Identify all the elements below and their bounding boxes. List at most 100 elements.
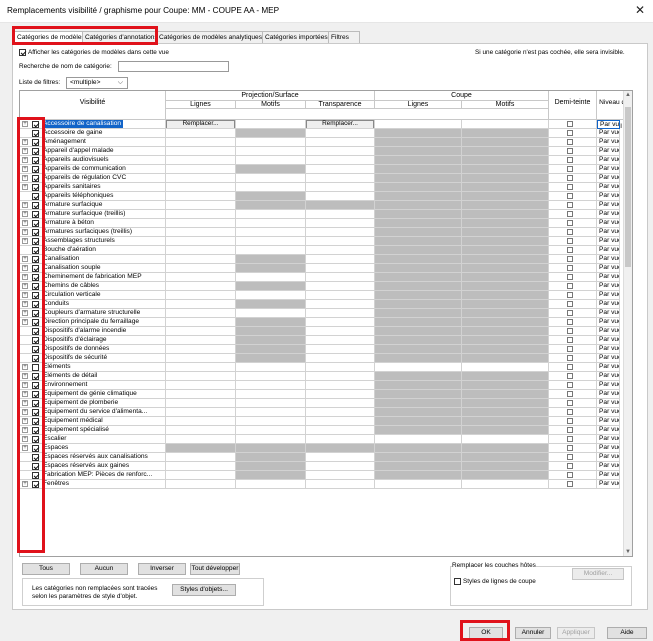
override-cell[interactable] — [236, 219, 306, 228]
override-cell[interactable] — [166, 327, 236, 336]
override-cell[interactable] — [306, 219, 375, 228]
table-row[interactable]: Bouche d'aération Par vue — [20, 246, 620, 255]
override-cell[interactable] — [375, 480, 462, 489]
override-cell[interactable] — [166, 147, 236, 156]
override-cell[interactable] — [236, 273, 306, 282]
detail-level-cell[interactable]: Par vue — [597, 147, 620, 156]
table-row[interactable]: + Equipement spécialisé Par vue — [20, 426, 620, 435]
halftone-checkbox[interactable] — [567, 445, 573, 451]
override-cell[interactable] — [236, 408, 306, 417]
detail-level-cell[interactable]: Par vue — [597, 336, 620, 345]
halftone-checkbox[interactable] — [567, 184, 573, 190]
halftone-checkbox[interactable] — [567, 130, 573, 136]
table-row[interactable]: + Cheminement de fabrication MEP Par vue — [20, 273, 620, 282]
halftone-checkbox[interactable] — [567, 256, 573, 262]
halftone-checkbox[interactable] — [567, 238, 573, 244]
override-cell[interactable] — [306, 318, 375, 327]
halftone-checkbox[interactable] — [567, 472, 573, 478]
halftone-checkbox[interactable] — [567, 319, 573, 325]
override-cell[interactable] — [306, 291, 375, 300]
replace-button[interactable]: Remplacer... — [166, 120, 235, 128]
all-button[interactable]: Tous — [22, 563, 70, 575]
detail-level-cell[interactable]: Par vue — [597, 228, 620, 237]
override-cell[interactable] — [166, 219, 236, 228]
halftone-checkbox[interactable] — [567, 481, 573, 487]
override-cell[interactable] — [306, 237, 375, 246]
detail-level-cell[interactable]: Par vue — [597, 354, 620, 363]
override-cell[interactable] — [306, 183, 375, 192]
table-row[interactable]: + Direction principale du ferraillage Par … — [20, 318, 620, 327]
table-row[interactable]: + Canalisation Par vue — [20, 255, 620, 264]
override-cell[interactable] — [166, 345, 236, 354]
override-cell[interactable] — [306, 462, 375, 471]
detail-level-cell[interactable]: Par vue — [597, 201, 620, 210]
table-row[interactable]: + Escalier Par vue — [20, 435, 620, 444]
cancel-button[interactable]: Annuler — [515, 627, 551, 639]
override-cell[interactable] — [166, 309, 236, 318]
scroll-up-icon[interactable]: ▲ — [625, 92, 631, 98]
detail-level-cell[interactable]: Par vue — [597, 210, 620, 219]
override-cell[interactable] — [306, 363, 375, 372]
override-cell[interactable] — [166, 462, 236, 471]
halftone-checkbox[interactable] — [567, 139, 573, 145]
table-row[interactable]: Accessoire de gaine Par vue — [20, 129, 620, 138]
override-cell[interactable] — [306, 165, 375, 174]
override-cell[interactable] — [236, 228, 306, 237]
override-cell[interactable]: Remplacer... — [166, 120, 236, 129]
override-cell[interactable] — [166, 228, 236, 237]
detail-level-cell[interactable]: Par vue — [597, 156, 620, 165]
search-input[interactable] — [118, 61, 229, 72]
override-cell[interactable] — [166, 471, 236, 480]
object-styles-button[interactable]: Styles d'objets... — [172, 584, 236, 596]
override-cell[interactable] — [306, 426, 375, 435]
detail-level-cell[interactable]: Par vue — [597, 291, 620, 300]
override-cell[interactable] — [166, 282, 236, 291]
override-cell[interactable] — [306, 174, 375, 183]
override-cell[interactable] — [375, 120, 462, 129]
override-cell[interactable] — [306, 246, 375, 255]
halftone-checkbox[interactable] — [567, 337, 573, 343]
table-row[interactable]: + Fenêtres Par vue — [20, 480, 620, 489]
detail-level-cell[interactable]: Par vue — [597, 462, 620, 471]
detail-level-cell[interactable]: Par vue — [597, 129, 620, 138]
override-cell[interactable] — [462, 435, 549, 444]
table-row[interactable]: + Appareil d'appel malade Par vue — [20, 147, 620, 156]
override-cell[interactable] — [306, 156, 375, 165]
override-cell[interactable] — [166, 453, 236, 462]
close-icon[interactable]: ✕ — [635, 3, 645, 17]
table-row[interactable]: + Appareils de communication Par vue — [20, 165, 620, 174]
table-row[interactable]: + Canalisation souple Par vue — [20, 264, 620, 273]
detail-level-cell[interactable]: Par vue — [597, 363, 620, 372]
override-cell[interactable] — [306, 354, 375, 363]
tab-imported-categories[interactable]: Catégories importées — [262, 31, 332, 43]
halftone-checkbox[interactable] — [567, 211, 573, 217]
halftone-checkbox[interactable] — [567, 157, 573, 163]
override-cell[interactable] — [306, 381, 375, 390]
detail-level-cell[interactable]: Par vue — [597, 219, 620, 228]
invert-button[interactable]: Inverser — [138, 563, 186, 575]
detail-level-cell[interactable]: Par vue — [597, 246, 620, 255]
expand-all-button[interactable]: Tout développer — [190, 563, 240, 575]
override-cell[interactable] — [166, 381, 236, 390]
override-cell[interactable] — [306, 264, 375, 273]
override-cell[interactable] — [166, 336, 236, 345]
override-cell[interactable] — [166, 399, 236, 408]
table-row[interactable]: Espaces réservés aux canalisations Par vu… — [20, 453, 620, 462]
override-cell[interactable] — [236, 120, 306, 129]
override-cell[interactable] — [236, 138, 306, 147]
halftone-checkbox[interactable] — [567, 436, 573, 442]
override-cell[interactable] — [166, 273, 236, 282]
filter-list-select[interactable]: <multiple> ⌵ — [66, 77, 128, 89]
override-cell[interactable] — [306, 417, 375, 426]
override-cell[interactable] — [166, 426, 236, 435]
override-cell[interactable] — [166, 165, 236, 174]
override-cell[interactable] — [236, 372, 306, 381]
override-cell[interactable] — [306, 399, 375, 408]
detail-level-cell[interactable]: Par vue — [597, 435, 620, 444]
halftone-checkbox[interactable] — [567, 265, 573, 271]
override-cell[interactable] — [236, 174, 306, 183]
override-cell[interactable] — [462, 363, 549, 372]
override-cell[interactable] — [166, 138, 236, 147]
override-cell[interactable] — [236, 363, 306, 372]
override-cell[interactable] — [166, 201, 236, 210]
